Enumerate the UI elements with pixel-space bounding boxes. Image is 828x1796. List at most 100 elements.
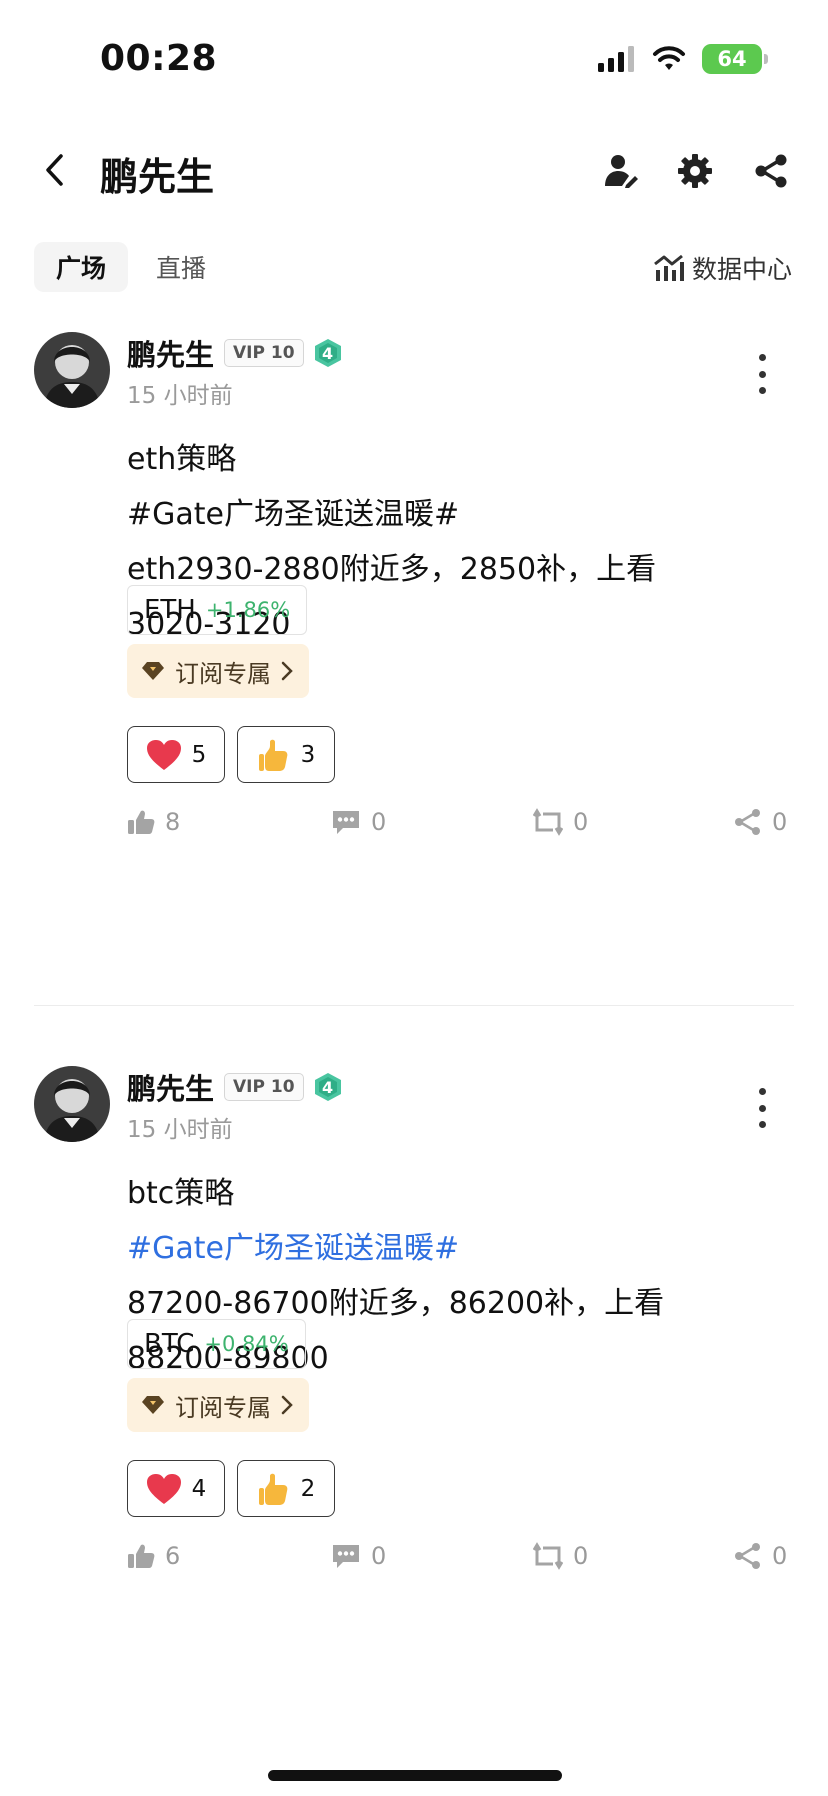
subscribe-exclusive-tag[interactable]: 订阅专属 [127,1378,309,1432]
reaction-count: 3 [300,741,316,768]
thumbs-up-icon [128,1544,155,1568]
avatar[interactable] [34,1066,110,1142]
repost-icon [533,808,563,836]
comment-count: 0 [371,808,387,836]
repost-count: 0 [573,1542,589,1570]
share-page-button[interactable] [750,150,792,192]
dot-icon [758,1121,766,1128]
post-action-bar: 8 0 0 0 [0,808,828,848]
chevron-left-icon [46,154,63,186]
author-row: 鹏先生 VIP 10 4 [127,1066,342,1108]
share-icon [735,809,760,835]
page-title: 鹏先生 [100,155,215,199]
repost-button[interactable]: 0 [533,1542,588,1570]
status-bar: 00:28 64 [0,0,828,120]
coin-change: +1.86% [205,598,291,622]
hashtag[interactable]: #Gate广场圣诞送温暖# [127,487,787,542]
data-center-link[interactable]: 数据中心 [654,250,792,286]
cellular-signal-icon [598,46,634,72]
like-count: 6 [165,1542,181,1570]
dot-icon [758,387,766,394]
coin-tag[interactable]: ETH +1.86% [127,585,308,635]
coin-tag[interactable]: BTC +0.84% [127,1319,306,1369]
coin-symbol: BTC [144,1329,195,1359]
share-button[interactable]: 0 [734,1542,787,1570]
post-title-line: eth策略 [127,442,237,477]
heart-icon [146,1473,181,1504]
reaction-heart[interactable]: 4 [127,1460,225,1517]
tab-square[interactable]: 广场 [34,242,129,292]
share-count: 0 [772,808,788,836]
tab-row: 广场 直播 数据中心 [0,242,828,292]
comment-button[interactable]: 0 [331,1542,386,1570]
tab-live[interactable]: 直播 [134,242,228,292]
reaction-count: 5 [191,741,207,768]
avatar[interactable] [34,332,110,408]
repost-button[interactable]: 0 [533,808,588,836]
share-count: 0 [772,1542,788,1570]
user-edit-icon [605,155,638,188]
back-button[interactable] [34,150,74,190]
author-name[interactable]: 鹏先生 [127,332,214,374]
level-number: 4 [321,343,334,363]
subscribe-label: 订阅专属 [175,1393,271,1422]
user-profile-button[interactable] [600,150,642,192]
comment-button[interactable]: 0 [331,808,386,836]
diamond-icon [142,1396,164,1414]
dot-icon [758,370,766,378]
thumbs-up-icon [258,1473,288,1505]
status-icons: 64 [598,44,768,74]
post-title-line: btc策略 [127,1176,235,1211]
hashtag-link[interactable]: #Gate广场圣诞送温暖# [127,1221,787,1276]
post-action-bar: 6 0 0 0 [0,1542,828,1582]
chart-icon [654,254,684,281]
subscribe-exclusive-tag[interactable]: 订阅专属 [127,644,309,698]
more-options-button[interactable] [750,354,774,394]
home-indicator [268,1770,562,1781]
comment-count: 0 [371,1542,387,1570]
dot-icon [758,1104,766,1112]
chevron-right-icon [281,661,293,681]
repost-icon [533,1542,563,1570]
comment-icon [333,811,359,834]
battery-indicator: 64 [702,44,768,74]
chevron-right-icon [281,1395,293,1415]
level-number: 4 [321,1077,334,1097]
thumbs-up-icon [128,810,155,834]
dot-icon [758,354,766,361]
vip-badge: VIP 10 [224,339,304,367]
post-card[interactable]: 鹏先生 VIP 10 4 15 小时前 eth策略 #Gate广场圣诞送温暖# … [0,332,828,992]
share-icon [755,154,787,188]
author-row: 鹏先生 VIP 10 4 [127,332,342,374]
status-time: 00:28 [100,38,218,79]
like-count: 8 [165,808,181,836]
avatar-image [34,332,110,408]
coin-change: +0.84% [204,1332,289,1356]
more-options-button[interactable] [750,1088,774,1128]
gear-icon [678,154,712,188]
data-center-label: 数据中心 [691,255,792,284]
share-button[interactable]: 0 [734,808,787,836]
nav-bar: 鹏先生 [0,130,828,210]
settings-button[interactable] [674,150,716,192]
reaction-heart[interactable]: 5 [127,726,225,783]
post-time: 15 小时前 [127,383,233,409]
diamond-icon [142,662,164,680]
thumbs-up-icon [258,739,288,771]
post-divider [34,1005,794,1006]
coin-symbol: ETH [144,595,196,625]
reaction-thumb[interactable]: 3 [237,726,335,783]
level-badge: 4 [314,338,342,368]
post-card[interactable]: 鹏先生 VIP 10 4 15 小时前 btc策略 #Gate广场圣诞送温暖# … [0,1066,828,1726]
post-time: 15 小时前 [127,1117,233,1143]
vip-badge: VIP 10 [224,1073,304,1101]
like-button[interactable]: 6 [127,1542,180,1570]
author-name[interactable]: 鹏先生 [127,1066,214,1108]
share-icon [735,1543,760,1569]
like-button[interactable]: 8 [127,808,180,836]
reaction-thumb[interactable]: 2 [237,1460,335,1517]
wifi-icon [653,46,685,70]
reaction-count: 4 [191,1475,207,1502]
heart-icon [146,739,181,770]
avatar-image [34,1066,110,1142]
